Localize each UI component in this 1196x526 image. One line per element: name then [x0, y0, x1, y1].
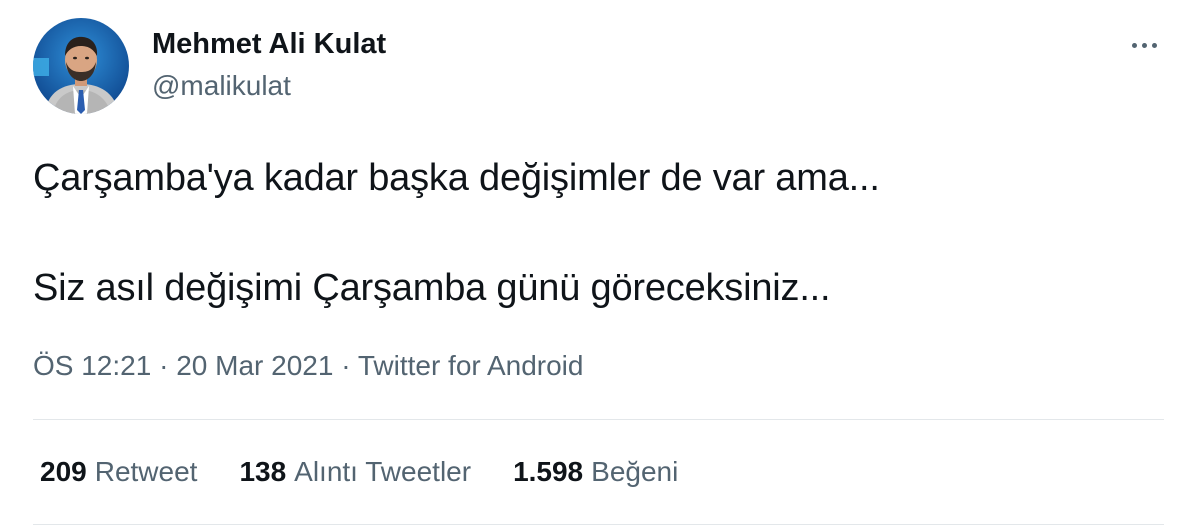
- tweet-date: 20 Mar 2021: [176, 350, 334, 381]
- tweet-text-line-2: Siz asıl değişimi Çarşamba günü göreceks…: [33, 267, 831, 309]
- tweet-text-line-1: Çarşamba'ya kadar başka değişimler de va…: [33, 157, 880, 199]
- meta-separator: ·: [159, 350, 169, 381]
- tweet-stats: 209 Retweet 138 Alıntı Tweetler 1.598 Beğen…: [40, 456, 720, 488]
- retweets-stat[interactable]: 209 Retweet: [40, 456, 197, 488]
- retweets-label: Retweet: [94, 456, 198, 487]
- more-options-button[interactable]: [1124, 28, 1164, 62]
- divider: [33, 419, 1164, 420]
- quote-tweets-count: 138: [239, 456, 287, 487]
- likes-stat[interactable]: 1.598 Beğeni: [513, 456, 678, 488]
- tweet-time: ÖS 12:21: [33, 350, 152, 381]
- likes-label: Beğeni: [591, 456, 679, 487]
- divider: [33, 524, 1164, 525]
- tweet-meta: ÖS 12:21 · 20 Mar 2021 · Twitter for And…: [33, 350, 583, 382]
- quote-tweets-stat[interactable]: 138 Alıntı Tweetler: [239, 456, 471, 488]
- avatar-image: [33, 18, 129, 114]
- author-handle[interactable]: @malikulat: [152, 70, 291, 102]
- quote-tweets-label: Alıntı Tweetler: [294, 456, 472, 487]
- retweets-count: 209: [40, 456, 87, 487]
- more-horizontal-icon: [1131, 42, 1157, 48]
- tweet-timestamp-link[interactable]: ÖS 12:21 · 20 Mar 2021: [33, 350, 333, 381]
- likes-count: 1.598: [513, 456, 584, 487]
- author-display-name[interactable]: Mehmet Ali Kulat: [152, 28, 386, 61]
- tweet-source-link[interactable]: Twitter for Android: [358, 350, 584, 381]
- avatar[interactable]: [33, 18, 129, 114]
- meta-separator: ·: [341, 350, 351, 381]
- tweet-card: Mehmet Ali Kulat @malikulat Çarşamba'ya …: [0, 0, 1196, 526]
